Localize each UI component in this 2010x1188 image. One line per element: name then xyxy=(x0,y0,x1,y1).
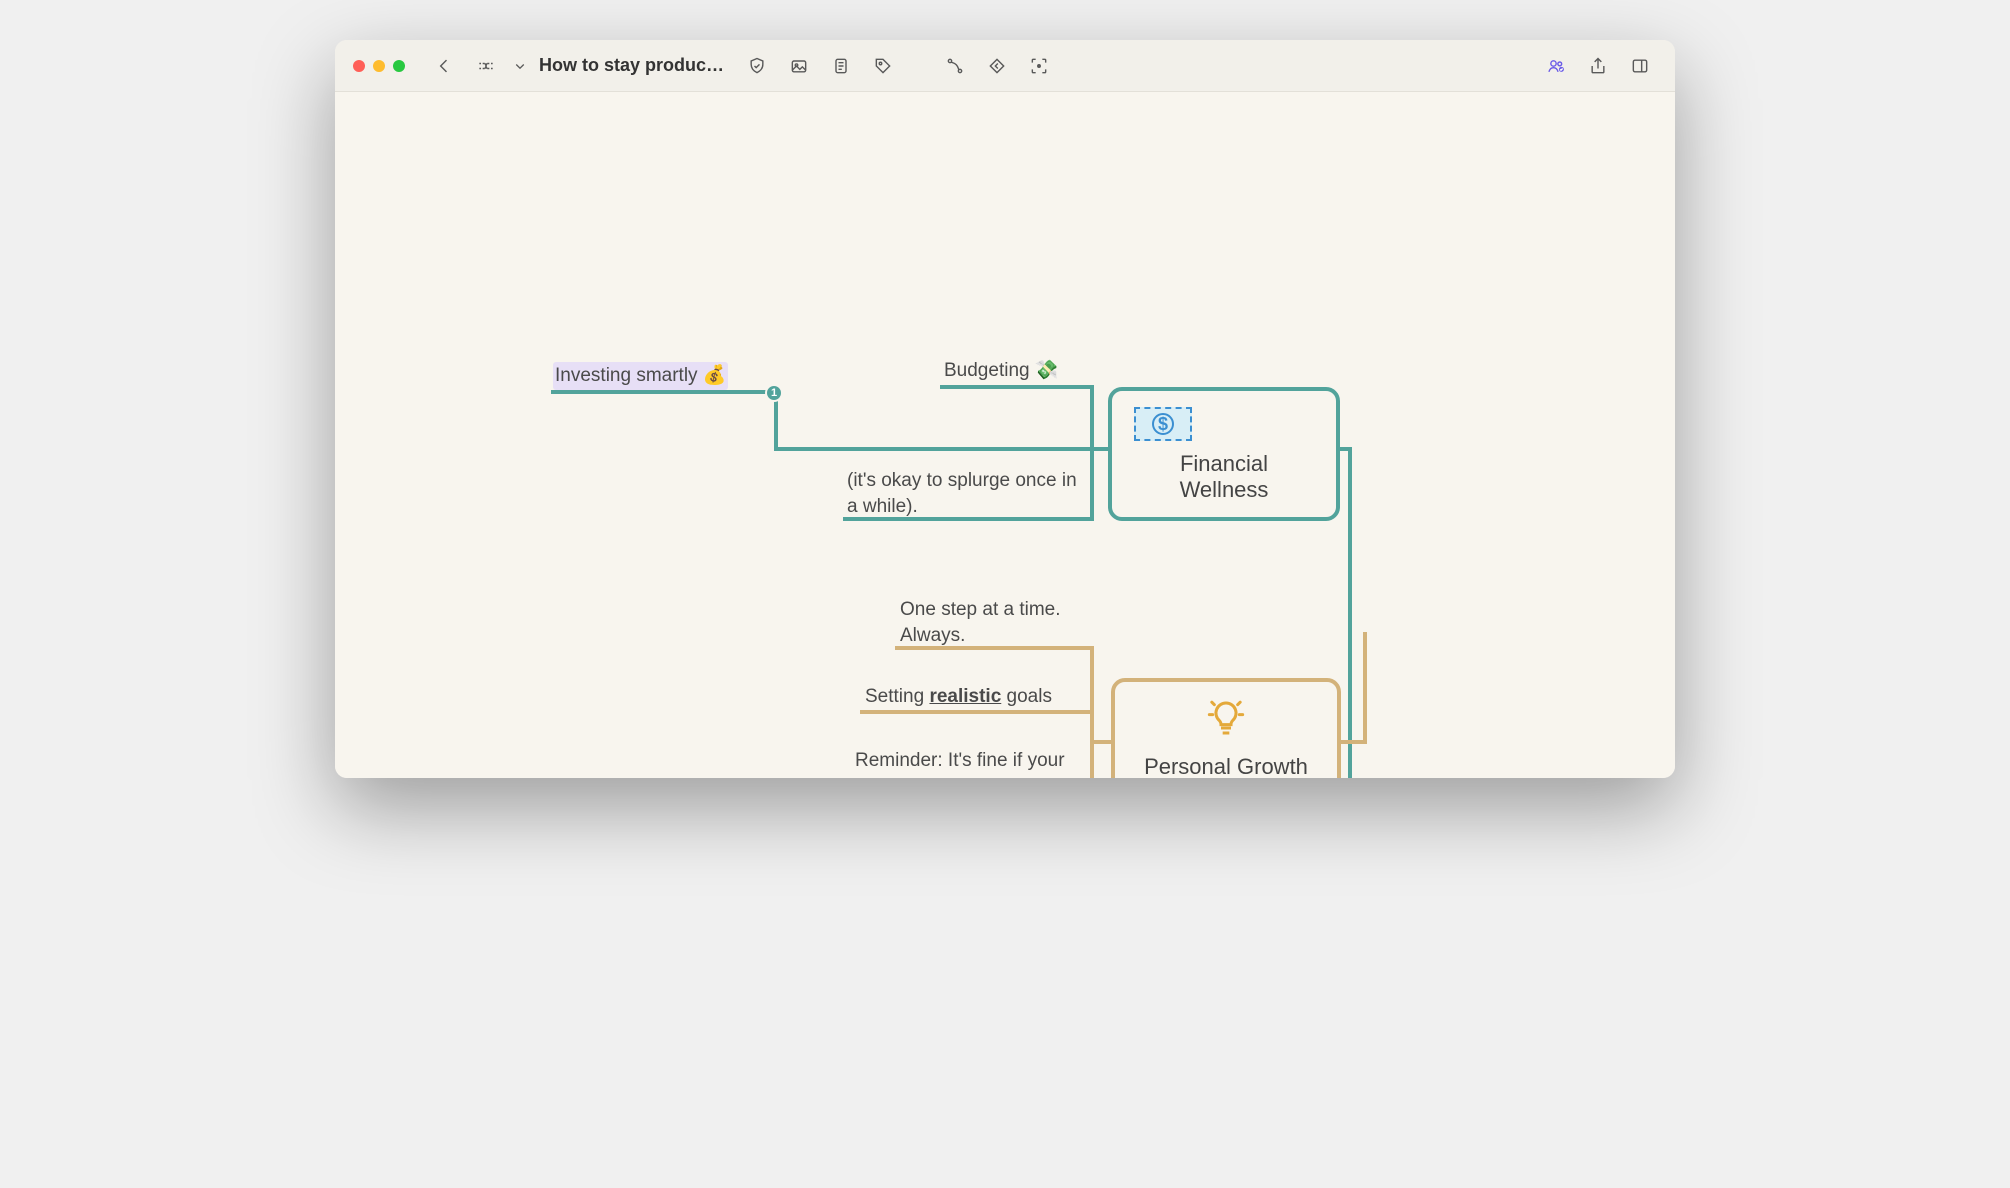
dollar-bill-icon: $ xyxy=(1134,407,1314,441)
connectors xyxy=(335,92,1675,778)
minimize-window-button[interactable] xyxy=(373,60,385,72)
lightbulb-icon xyxy=(1137,698,1315,744)
connection-button[interactable] xyxy=(938,49,972,83)
node-personal-growth[interactable]: Personal Growth xyxy=(1111,678,1341,778)
node-reminder[interactable]: Reminder: It's fine if your xyxy=(855,748,1065,774)
mindmap-view-icon xyxy=(476,56,496,76)
document-title[interactable]: How to stay produc… xyxy=(539,55,724,76)
chevron-down-icon xyxy=(511,56,529,76)
focus-icon xyxy=(1029,56,1049,76)
connection-icon xyxy=(945,56,965,76)
chevron-left-icon xyxy=(434,56,454,76)
underline xyxy=(551,390,773,394)
note-button[interactable] xyxy=(824,49,858,83)
expand-button[interactable] xyxy=(980,49,1014,83)
node-financial-wellness[interactable]: $ Financial Wellness xyxy=(1108,387,1340,521)
underline xyxy=(940,385,1094,389)
node-investing-smartly[interactable]: Investing smartly 💰 xyxy=(553,362,728,390)
node-realistic-goals[interactable]: Setting realistic goals xyxy=(865,684,1052,710)
app-window: How to stay produc… xyxy=(335,40,1675,778)
node-budgeting[interactable]: Budgeting 💸 xyxy=(944,358,1059,384)
node-badge[interactable]: 1 xyxy=(765,384,783,402)
photo-icon xyxy=(789,56,809,76)
card-label: Financial Wellness xyxy=(1180,451,1269,502)
share-button[interactable] xyxy=(1581,49,1615,83)
focus-button[interactable] xyxy=(1022,49,1056,83)
back-button[interactable] xyxy=(427,49,461,83)
zoom-window-button[interactable] xyxy=(393,60,405,72)
sidebar-toggle-button[interactable] xyxy=(1623,49,1657,83)
note-icon xyxy=(831,56,851,76)
tag-icon xyxy=(873,56,893,76)
share-icon xyxy=(1588,56,1608,76)
text: goals xyxy=(1001,686,1052,707)
underline xyxy=(895,646,1094,650)
card-label: Personal Growth xyxy=(1144,754,1308,778)
text: Setting xyxy=(865,686,929,707)
people-icon xyxy=(1546,56,1566,76)
images-button[interactable] xyxy=(782,49,816,83)
sidebar-right-icon xyxy=(1630,56,1650,76)
tag-button[interactable] xyxy=(866,49,900,83)
mindmap-canvas[interactable]: Investing smartly 💰 1 Budgeting 💸 (it's … xyxy=(335,92,1675,778)
checklist-button[interactable] xyxy=(740,49,774,83)
view-mode-button[interactable] xyxy=(469,49,503,83)
traffic-lights xyxy=(353,60,405,72)
node-splurge[interactable]: (it's okay to splurge once in a while). xyxy=(847,468,1077,519)
underline xyxy=(860,710,1094,714)
diamond-left-icon xyxy=(987,56,1007,76)
underline xyxy=(843,517,1094,521)
collaborate-button[interactable] xyxy=(1539,49,1573,83)
titlebar: How to stay produc… xyxy=(335,40,1675,92)
checkmark-shield-icon xyxy=(747,56,767,76)
view-mode-dropdown[interactable] xyxy=(511,49,529,83)
close-window-button[interactable] xyxy=(353,60,365,72)
text-bold: realistic xyxy=(929,686,1001,707)
node-one-step[interactable]: One step at a time. Always. xyxy=(900,597,1100,648)
